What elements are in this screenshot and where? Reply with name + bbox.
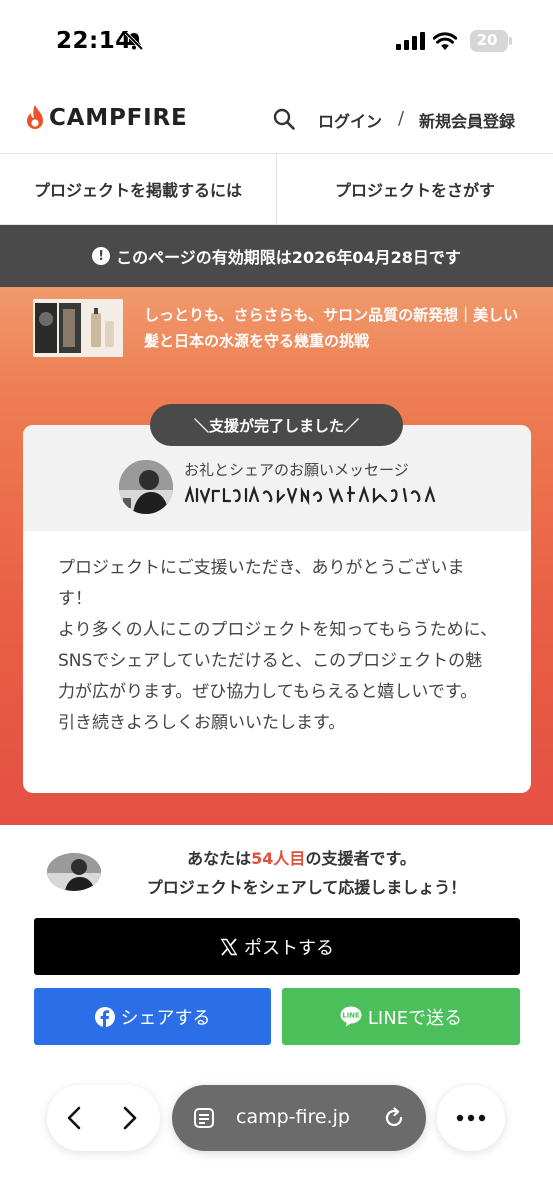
share-facebook-button[interactable]: シェアする	[34, 988, 271, 1045]
completion-hero: しっとりも、さらさらも、サロン品質の新発想｜美しい髪と日本の水源を守る幾重の挑戦…	[0, 287, 553, 825]
share-facebook-label: シェアする	[120, 1007, 211, 1029]
expiry-banner: ! このページの有効期限は2026年04月28日です	[0, 225, 553, 287]
tab-find-project[interactable]: プロジェクトをさがす	[276, 154, 553, 224]
thank-you-card: お礼とシェアのお願いメッセージ プロジェクトにご支援いただき、ありがとうございま…	[23, 425, 531, 793]
main-tabs: プロジェクトを掲載するには プロジェクトをさがす	[0, 154, 553, 225]
expiry-text: このページの有効期限は2026年04月28日です	[116, 248, 461, 267]
supporter-count: 54人目	[251, 849, 306, 868]
project-thumbnail	[33, 299, 123, 357]
post-to-x-label: ポストする	[244, 937, 334, 959]
battery-icon: 20	[470, 30, 508, 52]
register-link[interactable]: 新規会員登録	[419, 108, 515, 132]
browser-nav-group	[47, 1085, 160, 1151]
send-line-button[interactable]: LINE LINEで送る	[282, 988, 520, 1045]
flame-icon	[27, 105, 43, 129]
status-time: 22:14	[56, 28, 132, 54]
owner-avatar	[119, 460, 173, 514]
site-header: CAMPFIRE ログイン / 新規会員登録	[0, 82, 553, 154]
supporter-section: あなたは54人目の支援者です。 プロジェクトをシェアして応援しましょう！ ポスト…	[0, 825, 553, 1095]
supporter-suffix: の支援者です。	[305, 849, 416, 868]
browser-toolbar: camp-fire.jp	[0, 1080, 553, 1200]
chevron-right-icon[interactable]	[117, 1105, 141, 1131]
status-bar: 22:14 20	[0, 0, 553, 82]
battery-cap	[509, 37, 512, 45]
signal-icon	[396, 32, 425, 50]
chevron-left-icon[interactable]	[63, 1105, 87, 1131]
logo-text: CAMPFIRE	[49, 105, 188, 131]
svg-text:LINE: LINE	[342, 1012, 360, 1020]
support-complete-badge: ＼支援が完了しました／	[150, 404, 403, 446]
tab-post-project[interactable]: プロジェクトを掲載するには	[0, 154, 276, 224]
project-link[interactable]: しっとりも、さらさらも、サロン品質の新発想｜美しい髪と日本の水源を守る幾重の挑戦	[0, 287, 553, 369]
facebook-icon	[94, 1006, 115, 1027]
post-to-x-button[interactable]: ポストする	[34, 918, 520, 975]
address-bar[interactable]: camp-fire.jp	[172, 1085, 426, 1151]
ellipsis-icon	[456, 1114, 486, 1122]
wifi-icon	[433, 32, 457, 50]
bell-slash-icon	[124, 31, 144, 51]
send-line-label: LINEで送る	[367, 1007, 463, 1029]
message-label: お礼とシェアのお願いメッセージ	[184, 461, 409, 479]
exclamation-icon: !	[92, 247, 111, 265]
thank-you-message: プロジェクトにご支援いただき、ありがとうございます！ より多くの人にこのプロジェ…	[58, 558, 498, 733]
line-icon: LINE	[340, 1006, 362, 1027]
nav-separator: /	[398, 108, 405, 129]
more-menu-button[interactable]	[437, 1085, 505, 1151]
reload-icon[interactable]	[382, 1106, 406, 1130]
login-link[interactable]: ログイン	[318, 108, 382, 132]
supporter-prefix: あなたは	[187, 849, 252, 868]
owner-signature	[184, 485, 436, 505]
page-menu-icon[interactable]	[192, 1106, 216, 1130]
search-icon[interactable]	[272, 107, 296, 131]
supporter-rank-text: あなたは54人目の支援者です。	[0, 845, 553, 869]
campfire-logo[interactable]: CAMPFIRE	[24, 104, 188, 132]
battery-level: 20	[476, 31, 498, 49]
project-title: しっとりも、さらさらも、サロン品質の新発想｜美しい髪と日本の水源を守る幾重の挑戦	[144, 306, 519, 350]
x-logo-icon	[220, 937, 238, 956]
share-prompt: プロジェクトをシェアして応援しましょう！	[146, 878, 467, 897]
url-text: camp-fire.jp	[236, 1106, 350, 1128]
